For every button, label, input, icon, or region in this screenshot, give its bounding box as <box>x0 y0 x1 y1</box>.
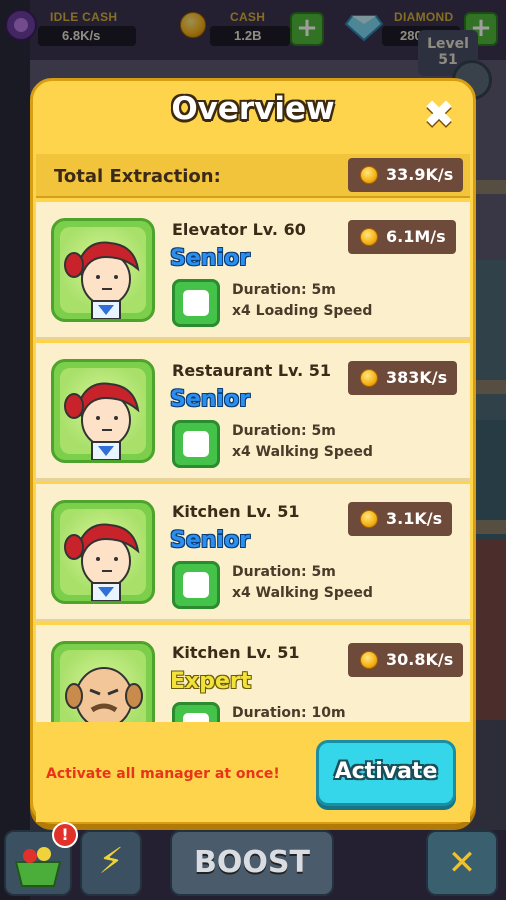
manager-rate-badge: 383K/s <box>348 361 458 395</box>
manager-rate-value: 3.1K/s <box>386 509 443 528</box>
manager-card[interactable]: Restaurant Lv. 51 Senior 383K/s Duration… <box>36 343 470 481</box>
skill-duration: Duration: 5m <box>232 564 336 580</box>
female-manager-avatar <box>51 359 155 463</box>
coin-icon <box>360 369 378 387</box>
manager-name: Kitchen Lv. 51 <box>172 643 300 662</box>
walking-speed-icon[interactable] <box>172 420 220 468</box>
close-icon[interactable]: ✖ <box>421 95 457 133</box>
lightning-bolt-icon[interactable]: ⚡ <box>80 830 142 896</box>
manager-rank: Senior <box>170 246 250 271</box>
female-manager-avatar <box>51 500 155 604</box>
manager-name: Restaurant Lv. 51 <box>172 361 332 380</box>
panel-footer: Activate all manager at once! Activate <box>36 722 470 822</box>
manager-rate-value: 30.8K/s <box>386 650 454 669</box>
female-manager-avatar <box>51 218 155 322</box>
manager-card[interactable]: Elevator Lv. 60 Senior 6.1M/s Duration: … <box>36 202 470 340</box>
spoon-fork-icon[interactable]: ✕ <box>426 830 498 896</box>
skill-icon[interactable] <box>172 702 220 722</box>
coin-icon <box>360 510 378 528</box>
manager-rate-badge: 30.8K/s <box>348 643 464 677</box>
manager-rate-value: 6.1M/s <box>386 227 446 246</box>
skill-effect: x4 Loading Speed <box>232 303 373 319</box>
total-rate-badge: 33.9K/s <box>348 158 464 192</box>
manager-portrait <box>64 523 140 601</box>
overview-panel: Overview ✖ Total Extraction: 33.9K/s Ele… <box>30 78 476 824</box>
manager-name: Kitchen Lv. 51 <box>172 502 300 521</box>
activate-button[interactable]: Activate <box>316 740 456 806</box>
panel-title: Overview <box>171 91 335 127</box>
manager-rank: Expert <box>170 669 252 694</box>
skill-duration: Duration: 5m <box>232 282 336 298</box>
manager-rate-value: 383K/s <box>386 368 448 387</box>
skill-duration: Duration: 5m <box>232 423 336 439</box>
manager-rank: Senior <box>170 387 250 412</box>
manager-rate-badge: 3.1K/s <box>348 502 453 536</box>
coin-icon <box>360 228 378 246</box>
boost-button[interactable]: BOOST <box>170 830 334 896</box>
total-rate-value: 33.9K/s <box>386 165 454 184</box>
coin-icon <box>360 166 378 184</box>
coin-icon <box>360 651 378 669</box>
manager-portrait <box>64 382 140 460</box>
manager-list[interactable]: Elevator Lv. 60 Senior 6.1M/s Duration: … <box>36 202 470 722</box>
alert-badge: ! <box>52 822 78 848</box>
total-extraction-row: Total Extraction: 33.9K/s <box>36 154 470 198</box>
skill-effect: x4 Walking Speed <box>232 444 373 460</box>
activate-all-hint: Activate all manager at once! <box>46 766 280 782</box>
skill-effect: x4 Walking Speed <box>232 585 373 601</box>
manager-card[interactable]: Kitchen Lv. 51 Expert 30.8K/s Duration: … <box>36 625 470 722</box>
manager-name: Elevator Lv. 60 <box>172 220 306 239</box>
manager-portrait <box>64 241 140 319</box>
bald-manager-avatar <box>51 641 155 722</box>
loading-speed-icon[interactable] <box>172 279 220 327</box>
manager-rate-badge: 6.1M/s <box>348 220 456 254</box>
manager-portrait <box>65 667 143 722</box>
manager-card[interactable]: Kitchen Lv. 51 Senior 3.1K/s Duration: 5… <box>36 484 470 622</box>
skill-duration: Duration: 10m <box>232 705 346 721</box>
manager-rank: Senior <box>170 528 250 553</box>
total-extraction-label: Total Extraction: <box>54 166 221 187</box>
walking-speed-icon[interactable] <box>172 561 220 609</box>
